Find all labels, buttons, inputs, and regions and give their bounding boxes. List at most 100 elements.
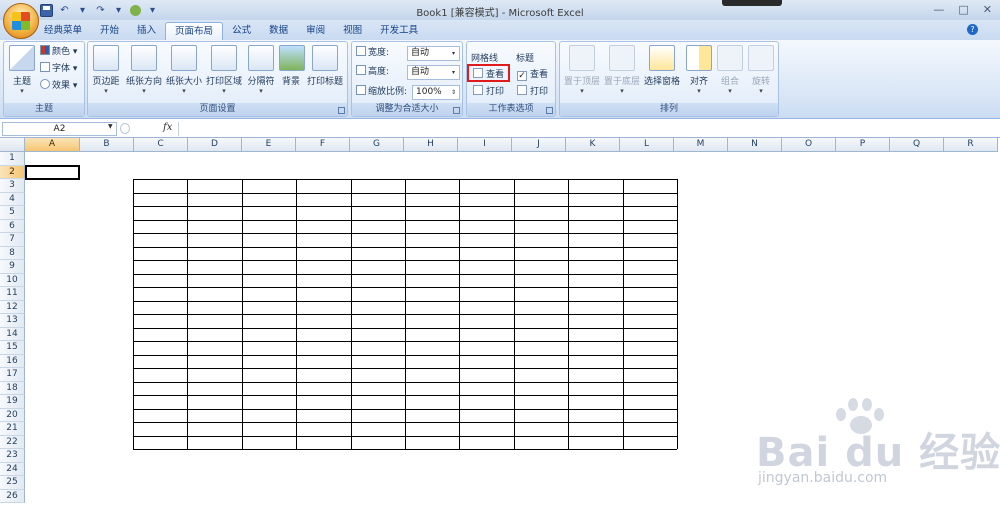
row-header[interactable]: 21 (0, 422, 25, 436)
row-header[interactable]: 10 (0, 273, 25, 287)
minimize-button[interactable]: — (933, 3, 944, 16)
scale-launcher-icon[interactable] (453, 107, 460, 114)
row-header[interactable]: 15 (0, 341, 25, 355)
themes-group-label: 主题 (4, 103, 84, 116)
row-header[interactable]: 7 (0, 233, 25, 247)
breaks-button[interactable]: 分隔符 ▾ (245, 45, 277, 95)
column-header[interactable]: R (944, 138, 998, 152)
tab-page-layout[interactable]: 页面布局 (165, 22, 224, 40)
column-header[interactable]: P (836, 138, 890, 152)
office-button[interactable] (3, 3, 39, 39)
tab-view[interactable]: 视图 (334, 22, 371, 40)
select-all-corner[interactable] (0, 138, 25, 152)
column-header[interactable]: B (80, 138, 134, 152)
print-area-button[interactable]: 打印区域 ▾ (205, 45, 243, 95)
themes-button[interactable]: 主题 ▾ (7, 45, 37, 95)
checkbox-unchecked-icon[interactable] (473, 85, 483, 95)
row-header[interactable]: 13 (0, 314, 25, 328)
column-header[interactable]: J (512, 138, 566, 152)
send-to-back-button[interactable]: 置于底层 ▾ (603, 45, 641, 95)
row-header[interactable]: 19 (0, 395, 25, 409)
expand-icon[interactable] (120, 123, 130, 134)
rotate-button[interactable]: 旋转 ▾ (747, 45, 775, 95)
row-header[interactable]: 25 (0, 476, 25, 490)
row-header[interactable]: 18 (0, 381, 25, 395)
background-button[interactable]: 背景 (279, 45, 305, 87)
bring-to-front-button[interactable]: 置于顶层 ▾ (563, 45, 601, 95)
table-column-border (241, 179, 243, 449)
row-header[interactable]: 8 (0, 246, 25, 260)
tab-review[interactable]: 审阅 (297, 22, 334, 40)
width-combo[interactable]: 自动 ▾ (407, 46, 460, 61)
row-header[interactable]: 17 (0, 368, 25, 382)
theme-colors-button[interactable]: 颜色 ▾ (40, 45, 77, 59)
group-button[interactable]: 组合 ▾ (716, 45, 744, 95)
row-header[interactable]: 22 (0, 435, 25, 449)
row-header[interactable]: 4 (0, 192, 25, 206)
column-header[interactable]: G (350, 138, 404, 152)
row-header[interactable]: 23 (0, 449, 25, 463)
scale-spinner[interactable]: 100% ⇕ (412, 85, 460, 100)
row-header[interactable]: 6 (0, 219, 25, 233)
column-header[interactable]: F (296, 138, 350, 152)
column-header[interactable]: N (728, 138, 782, 152)
tab-formulas[interactable]: 公式 (223, 22, 260, 40)
row-header[interactable]: 12 (0, 300, 25, 314)
row-header[interactable]: 2 (0, 165, 25, 179)
row-header[interactable]: 26 (0, 489, 25, 503)
page-setup-launcher-icon[interactable] (338, 107, 345, 114)
column-header[interactable]: K (566, 138, 620, 152)
column-header[interactable]: Q (890, 138, 944, 152)
theme-effects-button[interactable]: 效果 ▾ (40, 79, 77, 93)
fx-icon[interactable]: fx (163, 122, 172, 133)
column-header[interactable]: I (458, 138, 512, 152)
align-button[interactable]: 对齐 ▾ (685, 45, 713, 95)
gridlines-print-label: 打印 (486, 87, 505, 97)
checkbox-unchecked-icon[interactable] (517, 85, 527, 95)
row-header[interactable]: 1 (0, 152, 25, 166)
tab-insert[interactable]: 插入 (128, 22, 165, 40)
gridlines-print-checkbox[interactable]: 打印 (473, 85, 504, 99)
row-header[interactable]: 5 (0, 206, 25, 220)
column-header[interactable]: E (242, 138, 296, 152)
column-header[interactable]: H (404, 138, 458, 152)
column-header[interactable]: D (188, 138, 242, 152)
orientation-button[interactable]: 纸张方向 ▾ (125, 45, 163, 95)
tab-developer[interactable]: 开发工具 (371, 22, 427, 40)
headings-print-checkbox[interactable]: 打印 (517, 85, 548, 99)
formula-input[interactable] (178, 122, 996, 136)
row-header[interactable]: 9 (0, 260, 25, 274)
tab-data[interactable]: 数据 (260, 22, 297, 40)
active-cell[interactable] (25, 165, 80, 180)
maximize-button[interactable]: □ (958, 3, 968, 16)
row-header[interactable]: 3 (0, 179, 25, 193)
row-header[interactable]: 20 (0, 408, 25, 422)
table-row[interactable] (133, 449, 677, 450)
print-titles-button[interactable]: 打印标题 (306, 45, 344, 87)
theme-fonts-button[interactable]: 字体 ▾ (40, 62, 77, 76)
tab-home[interactable]: 开始 (91, 22, 128, 40)
row-header[interactable]: 24 (0, 462, 25, 476)
column-header[interactable]: O (782, 138, 836, 152)
spinner-arrows-icon[interactable]: ⇕ (449, 87, 458, 98)
headings-view-checkbox[interactable]: ✓ 查看 (517, 68, 548, 82)
help-icon[interactable]: ? (967, 24, 978, 35)
column-header[interactable]: A (25, 138, 80, 152)
close-button[interactable]: ✕ (983, 3, 992, 16)
row-header[interactable]: 16 (0, 354, 25, 368)
row-header[interactable]: 11 (0, 287, 25, 301)
column-header[interactable]: C (134, 138, 188, 152)
height-combo[interactable]: 自动 ▾ (407, 65, 460, 80)
column-header[interactable]: M (674, 138, 728, 152)
sheet-options-launcher-icon[interactable] (546, 107, 553, 114)
row-header[interactable]: 14 (0, 327, 25, 341)
margins-button[interactable]: 页边距 ▾ (90, 45, 122, 95)
size-button[interactable]: 纸张大小 ▾ (165, 45, 203, 95)
column-header[interactable]: L (620, 138, 674, 152)
selection-pane-button[interactable]: 选择窗格 (643, 45, 681, 87)
chevron-down-icon: ▾ (728, 87, 732, 95)
chevron-down-icon[interactable]: ▼ (108, 123, 113, 130)
checkbox-checked-icon[interactable]: ✓ (517, 71, 527, 81)
name-box[interactable]: A2 (2, 122, 117, 136)
tab-classic-menu[interactable]: 经典菜单 (35, 22, 91, 40)
